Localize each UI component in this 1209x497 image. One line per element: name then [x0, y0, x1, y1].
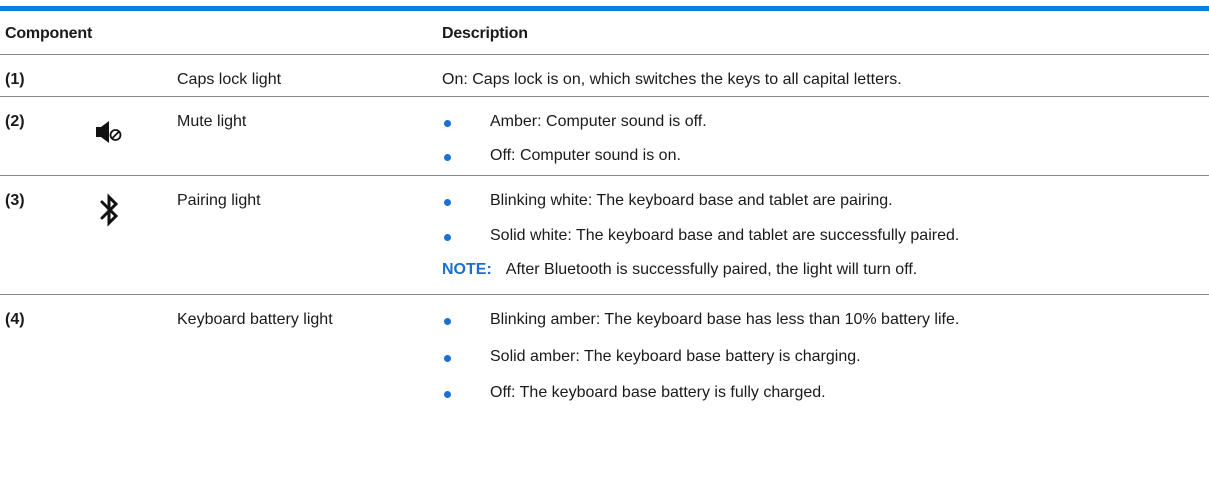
bullet-icon: [444, 199, 451, 206]
list-item-text: Blinking amber: The keyboard base has le…: [490, 311, 960, 328]
component-name: Mute light: [177, 113, 247, 130]
table-row: (1) Caps lock light On: Caps lock is on,…: [0, 55, 1209, 97]
table-row: (4) Keyboard battery light Blinking ambe…: [0, 295, 1209, 418]
table-row: (3) Pairing light Blinking white: The ke…: [0, 176, 1209, 295]
note: NOTE: After Bluetooth is successfully pai…: [442, 261, 917, 279]
note-text: After Bluetooth is successfully paired, …: [505, 261, 918, 278]
list-item-text: Amber: Computer sound is off.: [490, 113, 707, 130]
table-header-row: Component Description: [0, 11, 1209, 55]
row-number: (2): [5, 113, 25, 130]
component-name: Caps lock light: [177, 71, 282, 88]
component-name: Pairing light: [177, 192, 261, 209]
list-item-text: Solid white: The keyboard base and table…: [490, 227, 960, 244]
header-component: Component: [5, 25, 93, 42]
component-table: Component Description (1) Caps lock ligh…: [0, 6, 1209, 418]
list-item-text: Solid amber: The keyboard base battery i…: [490, 348, 861, 365]
bluetooth-icon: [100, 193, 120, 232]
list-item-text: Off: The keyboard base battery is fully …: [490, 384, 826, 401]
bullet-icon: [444, 120, 451, 127]
table-row: (2) Mute light Amber: Computer sound is …: [0, 97, 1209, 176]
row-number: (1): [5, 71, 25, 88]
list-item-text: Blinking white: The keyboard base and ta…: [490, 192, 893, 209]
bullet-icon: [444, 391, 451, 398]
note-label: NOTE:: [442, 261, 492, 278]
mute-speaker-icon: [96, 120, 122, 149]
bullet-icon: [444, 355, 451, 362]
row-number: (4): [5, 311, 25, 328]
component-name: Keyboard battery light: [177, 311, 333, 328]
bullet-icon: [444, 234, 451, 241]
list-item-text: Off: Computer sound is on.: [490, 147, 681, 164]
row-number: (3): [5, 192, 25, 209]
bullet-icon: [444, 154, 451, 161]
component-description: On: Caps lock is on, which switches the …: [442, 71, 902, 88]
header-description: Description: [442, 25, 528, 42]
bullet-icon: [444, 318, 451, 325]
